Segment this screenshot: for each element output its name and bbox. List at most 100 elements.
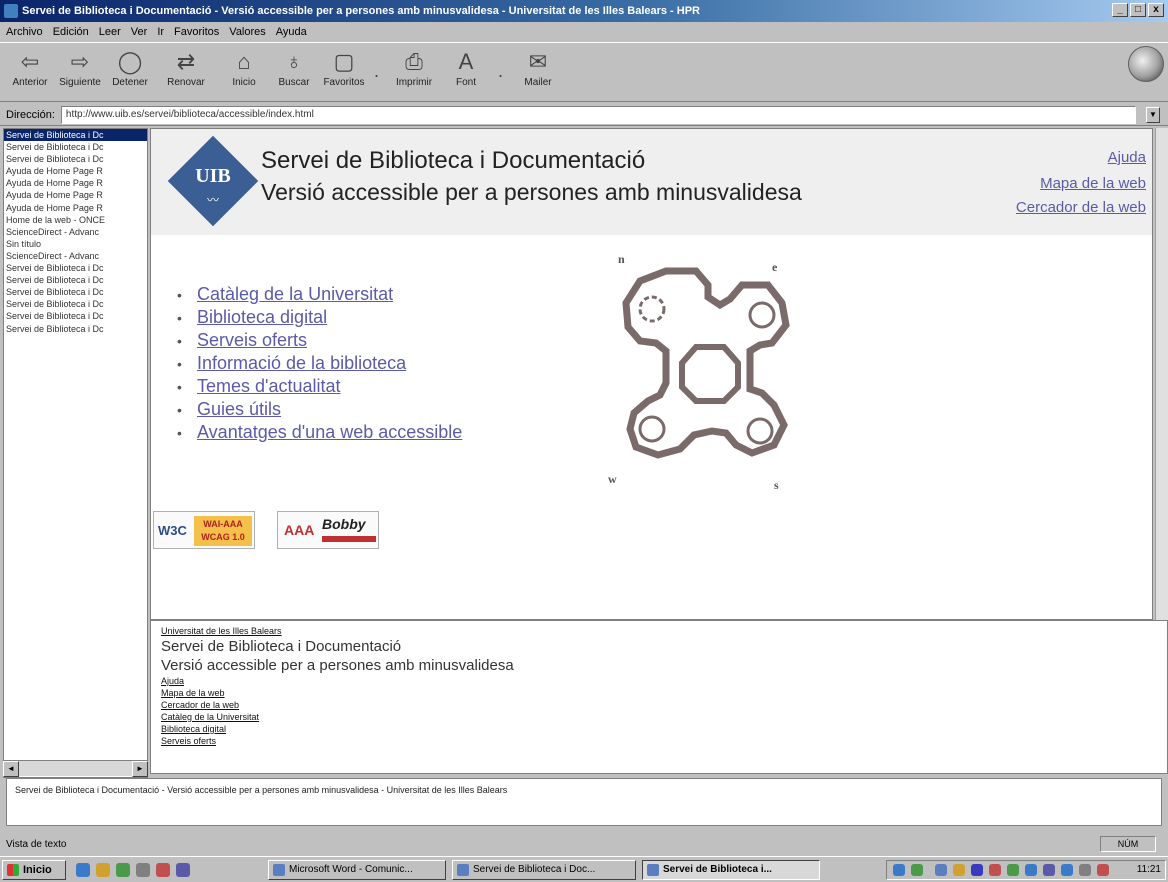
window-title: Servei de Biblioteca i Documentació - Ve… [22, 5, 701, 17]
history-item[interactable]: Ayuda de Home Page R [4, 189, 147, 201]
tray-icon[interactable] [1007, 864, 1019, 876]
history-item[interactable]: Servei de Biblioteca i Dc [4, 310, 147, 322]
scroll-right-icon[interactable]: ► [132, 761, 148, 777]
tray-icon[interactable] [1061, 864, 1073, 876]
home-icon: ⌂ [237, 49, 251, 74]
cross-ring [746, 417, 774, 445]
stop-icon: ◯ [117, 49, 143, 74]
w3c-wai-badge[interactable]: W3C WAI-AAA WCAG 1.0 [153, 511, 255, 549]
menu-archivo[interactable]: Archivo [6, 26, 43, 38]
history-item[interactable]: Servei de Biblioteca i Dc [4, 274, 147, 286]
text-link-site-map[interactable]: Mapa de la web [161, 687, 1157, 699]
menu-favoritos[interactable]: Favoritos [174, 26, 219, 38]
search-icon: ♁ [285, 49, 303, 74]
home-button[interactable]: ⌂ Inicio [218, 47, 270, 99]
task-word[interactable]: Microsoft Word - Comunic... [268, 860, 446, 880]
minimize-button[interactable]: _ [1112, 3, 1128, 17]
history-item[interactable]: Ayuda de Home Page R [4, 177, 147, 189]
nav-link-guides[interactable]: Guies útils [197, 399, 281, 419]
font-label: Font [455, 77, 476, 88]
tray-icon[interactable] [1025, 864, 1037, 876]
nav-link-current-topics[interactable]: Temes d'actualitat [197, 376, 341, 396]
menu-ayuda[interactable]: Ayuda [276, 26, 307, 38]
tray-icon[interactable] [953, 864, 965, 876]
list-item: • Guies útils [177, 399, 282, 419]
text-link-catalog[interactable]: Catàleg de la Universitat [161, 711, 1157, 723]
history-item[interactable]: Servei de Biblioteca i Dc [4, 141, 147, 153]
tray-icon[interactable] [971, 864, 983, 876]
tray-icon[interactable] [935, 864, 947, 876]
font-button[interactable]: A Font [440, 47, 492, 99]
tray-icon[interactable] [1097, 864, 1109, 876]
nav-link-library-info[interactable]: Informació de la biblioteca [197, 353, 406, 373]
scroll-left-icon[interactable]: ◄ [3, 761, 19, 777]
nav-link-digital-library[interactable]: Biblioteca digital [197, 307, 327, 327]
address-dropdown-button[interactable]: ▼ [1145, 106, 1160, 123]
quicklaunch-app-icon[interactable] [176, 863, 190, 877]
menu-ver[interactable]: Ver [131, 26, 148, 38]
menu-ir[interactable]: Ir [157, 26, 164, 38]
search-button[interactable]: ♁ Buscar [268, 47, 320, 99]
history-item[interactable]: Servei de Biblioteca i Dc [4, 262, 147, 274]
history-item[interactable]: Servei de Biblioteca i Dc [4, 298, 147, 310]
nav-link-accessible-web[interactable]: Avantatges d'una web accessible [197, 422, 462, 442]
quicklaunch-app-icon[interactable] [156, 863, 170, 877]
menu-valores[interactable]: Valores [229, 26, 265, 38]
list-item: • Catàleg de la Universitat [177, 284, 394, 304]
history-item[interactable]: Sin título [4, 238, 147, 250]
address-input[interactable]: http://www.uib.es/servei/biblioteca/acce… [60, 105, 1136, 124]
menu-leer[interactable]: Leer [99, 26, 121, 38]
nav-link-services[interactable]: Serveis oferts [197, 330, 307, 350]
main-vertical-scrollbar[interactable] [1155, 128, 1168, 620]
search-label: Buscar [278, 77, 310, 88]
help-link[interactable]: Ajuda [1108, 149, 1146, 166]
quicklaunch-app-icon[interactable] [136, 863, 150, 877]
task-browser-2[interactable]: Servei de Biblioteca i... [642, 860, 820, 880]
tray-icon[interactable] [1043, 864, 1055, 876]
cross-ring [638, 415, 666, 443]
text-link-site-search[interactable]: Cercador de la web [161, 699, 1157, 711]
tray-icon[interactable] [911, 864, 923, 876]
nav-link-catalog[interactable]: Catàleg de la Universitat [197, 284, 393, 304]
history-item[interactable]: Servei de Biblioteca i Dc [4, 153, 147, 165]
print-button[interactable]: ⎙ Imprimir [388, 47, 440, 99]
sidebar-horizontal-scrollbar[interactable]: ◄ ► [3, 760, 148, 777]
tray-icon[interactable] [1079, 864, 1091, 876]
favorites-icon: ▢ [333, 49, 355, 74]
cross-ring [748, 301, 776, 329]
history-item[interactable]: ScienceDirect - Advanc [4, 250, 147, 262]
site-map-link[interactable]: Mapa de la web [1040, 175, 1146, 192]
stop-button[interactable]: ◯ Detener [104, 47, 156, 99]
history-item[interactable]: Servei de Biblioteca i Dc [4, 323, 147, 335]
history-item[interactable]: Servei de Biblioteca i Dc [4, 286, 147, 298]
back-button[interactable]: ⇦ Anterior [4, 47, 56, 99]
refresh-button[interactable]: ⇄ Renovar [160, 47, 212, 99]
quicklaunch-desktop-icon[interactable] [96, 863, 110, 877]
maximize-button[interactable]: □ [1130, 3, 1146, 17]
university-link[interactable]: Universitat de les Illes Balears [161, 625, 1157, 637]
tray-icon[interactable] [893, 864, 905, 876]
quicklaunch-ie-icon[interactable] [76, 863, 90, 877]
favorites-button[interactable]: ▢ Favoritos [318, 47, 370, 99]
text-link-digital-library[interactable]: Biblioteca digital [161, 723, 1157, 735]
text-link-help[interactable]: Ajuda [161, 675, 1157, 687]
history-item[interactable]: ScienceDirect - Advanc [4, 226, 147, 238]
text-link-services[interactable]: Serveis oferts [161, 735, 1157, 747]
start-button[interactable]: Inicio [2, 860, 66, 880]
toolbar-separator: . [498, 61, 504, 81]
site-search-link[interactable]: Cercador de la web [1016, 199, 1146, 216]
history-item[interactable]: Ayuda de Home Page R [4, 202, 147, 214]
close-button[interactable]: x [1148, 3, 1164, 17]
list-item: • Serveis oferts [177, 330, 308, 350]
task-browser-1[interactable]: Servei de Biblioteca i Doc... [452, 860, 636, 880]
history-item[interactable]: Home de la web - ONCE [4, 214, 147, 226]
tray-icon[interactable] [989, 864, 1001, 876]
history-item[interactable]: Ayuda de Home Page R [4, 165, 147, 177]
bobby-approved-badge[interactable]: AAA Bobby [277, 511, 379, 549]
mailer-button[interactable]: ✉ Mailer [512, 47, 564, 99]
menu-edicion[interactable]: Edición [53, 26, 89, 38]
cross-outline [622, 267, 790, 459]
history-item[interactable]: Servei de Biblioteca i Dc [4, 129, 147, 142]
forward-button[interactable]: ⇨ Siguiente [54, 47, 106, 99]
quicklaunch-outlook-icon[interactable] [116, 863, 130, 877]
